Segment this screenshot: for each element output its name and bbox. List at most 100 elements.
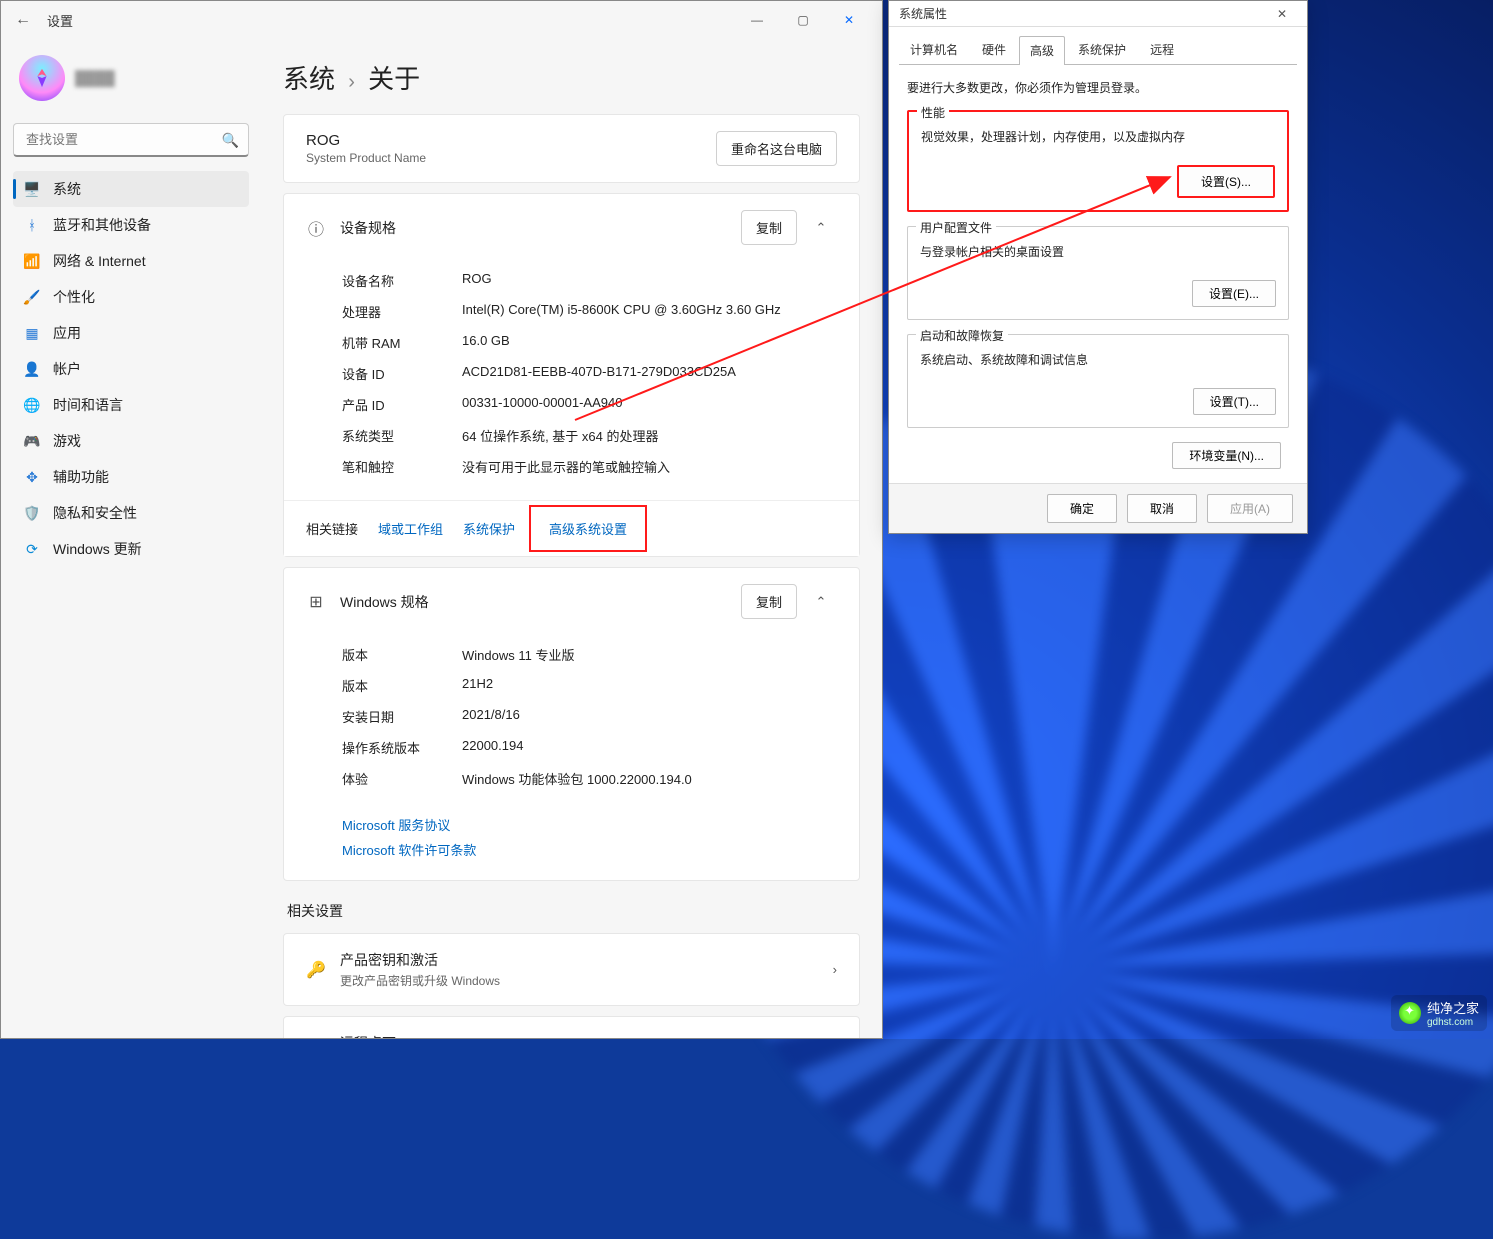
performance-title: 性能	[917, 104, 949, 121]
sysprops-title: 系统属性	[899, 5, 947, 22]
copy-device-specs-button[interactable]: 复制	[741, 210, 797, 245]
sidebar: ████ 🔍 🖥️系统ᚼ蓝牙和其他设备📶网络 & Internet🖌️个性化 ▦ 应…	[1, 39, 261, 1038]
sidebar-item-10[interactable]: ⟳ Windows 更新	[13, 531, 249, 567]
link-ms-license-terms[interactable]: Microsoft 软件许可条款	[342, 837, 837, 862]
card-title: 远程桌面	[340, 1033, 472, 1038]
rename-pc-button[interactable]: 重命名这台电脑	[716, 131, 837, 166]
nav-label: 隐私和安全性	[53, 503, 137, 523]
link-system-protection[interactable]: 系统保护	[463, 519, 515, 538]
spec-row: 设备 IDACD21D81-EEBB-407D-B171-279D033CD25…	[342, 358, 837, 389]
sysprops-tab-0[interactable]: 计算机名	[899, 35, 969, 64]
avatar	[19, 55, 65, 101]
cancel-button[interactable]: 取消	[1127, 494, 1197, 523]
search-icon: 🔍	[222, 132, 239, 149]
sysprops-tab-1[interactable]: 硬件	[971, 35, 1017, 64]
winspec-value: 21H2	[462, 676, 493, 695]
nav-label: 游戏	[53, 431, 81, 451]
card-subtitle: 更改产品密钥或升级 Windows	[340, 972, 500, 989]
main-content: 系统 › 关于 ROG System Product Name 重命名这台电脑	[261, 39, 882, 1038]
environment-variables-button[interactable]: 环境变量(N)...	[1172, 442, 1281, 469]
nav-label: 辅助功能	[53, 467, 109, 487]
nav-icon: 🖥️	[23, 180, 41, 198]
collapse-windows-specs[interactable]: ⌃	[805, 594, 837, 610]
breadcrumb-root[interactable]: 系统	[283, 64, 335, 94]
startup-recovery-group: 启动和故障恢复 系统启动、系统故障和调试信息 设置(T)...	[907, 334, 1289, 428]
pc-name-card: ROG System Product Name 重命名这台电脑	[283, 114, 860, 183]
related-card-0[interactable]: 🔑产品密钥和激活更改产品密钥或升级 Windows›	[283, 933, 860, 1006]
nav-icon: ✥	[23, 468, 41, 486]
minimize-button[interactable]: —	[734, 4, 780, 36]
performance-desc: 视觉效果，处理器计划，内存使用，以及虚拟内存	[921, 128, 1275, 145]
sysprops-close-button[interactable]: ✕	[1267, 7, 1297, 21]
winspec-row: 安装日期2021/8/16	[342, 701, 837, 732]
user-profile-group: 用户配置文件 与登录帐户相关的桌面设置 设置(E)...	[907, 226, 1289, 320]
sidebar-item-1[interactable]: ᚼ蓝牙和其他设备	[13, 207, 249, 243]
nav-label: Windows 更新	[53, 539, 142, 559]
sidebar-item-9[interactable]: 🛡️ 隐私和安全性	[13, 495, 249, 531]
startup-settings-button[interactable]: 设置(T)...	[1193, 388, 1276, 415]
copy-windows-specs-button[interactable]: 复制	[741, 584, 797, 619]
sysprops-tab-2[interactable]: 高级	[1019, 36, 1065, 65]
winspec-value: Windows 11 专业版	[462, 645, 574, 664]
sidebar-item-4[interactable]: ▦ 应用	[13, 315, 249, 351]
spec-row: 机带 RAM16.0 GB	[342, 327, 837, 358]
window-title: 设置	[47, 11, 73, 30]
titlebar: ← 设置 — ▢ ✕	[1, 1, 882, 39]
info-icon: ⓘ	[306, 216, 326, 240]
related-links-label: 相关链接	[306, 519, 358, 538]
pc-product: System Product Name	[306, 151, 426, 165]
performance-settings-button[interactable]: 设置(S)...	[1177, 165, 1275, 198]
nav-label: 时间和语言	[53, 395, 123, 415]
spec-key: 处理器	[342, 302, 462, 321]
link-domain-workgroup[interactable]: 域或工作组	[378, 519, 443, 538]
performance-group: 性能 视觉效果，处理器计划，内存使用，以及虚拟内存 设置(S)...	[907, 110, 1289, 212]
nav-icon: 🌐	[23, 396, 41, 414]
ok-button[interactable]: 确定	[1047, 494, 1117, 523]
close-button[interactable]: ✕	[826, 4, 872, 36]
related-card-1[interactable]: ⇆远程桌面从另一台设备控制此设备›	[283, 1016, 860, 1038]
nav-label: 应用	[53, 323, 81, 343]
nav-label: 帐户	[53, 359, 81, 379]
spec-value: 没有可用于此显示器的笔或触控输入	[462, 457, 670, 476]
user-profile-settings-button[interactable]: 设置(E)...	[1192, 280, 1276, 307]
nav-icon: ▦	[23, 324, 41, 342]
chevron-right-icon: ›	[833, 962, 837, 977]
collapse-device-specs[interactable]: ⌃	[805, 220, 837, 236]
sidebar-item-7[interactable]: 🎮游戏	[13, 423, 249, 459]
maximize-button[interactable]: ▢	[780, 4, 826, 36]
settings-window: ← 设置 — ▢ ✕ ████ 🔍 🖥️系统ᚼ蓝牙和其他设备📶网络 & Inte…	[0, 0, 883, 1039]
spec-value: ROG	[462, 271, 492, 290]
windows-icon: ⊞	[306, 592, 326, 612]
spec-row: 设备名称ROG	[342, 265, 837, 296]
nav-icon: ᚼ	[23, 216, 41, 234]
winspec-value: 22000.194	[462, 738, 523, 757]
breadcrumb-leaf: 关于	[368, 64, 420, 94]
search-input[interactable]	[13, 123, 249, 157]
link-ms-service-agreement[interactable]: Microsoft 服务协议	[342, 812, 837, 837]
sidebar-item-3[interactable]: 🖌️个性化	[13, 279, 249, 315]
windows-specs-card: ⊞ Windows 规格 复制 ⌃ 版本Windows 11 专业版版本21H2…	[283, 567, 860, 881]
spec-row: 产品 ID00331-10000-00001-AA940	[342, 389, 837, 420]
spec-value: ACD21D81-EEBB-407D-B171-279D033CD25A	[462, 364, 736, 383]
user-profile[interactable]: ████	[13, 45, 249, 119]
link-advanced-system-settings[interactable]: 高级系统设置	[529, 505, 647, 552]
winspec-value: Windows 功能体验包 1000.22000.194.0	[462, 769, 692, 788]
sidebar-item-8[interactable]: ✥ 辅助功能	[13, 459, 249, 495]
sysprops-tab-3[interactable]: 系统保护	[1067, 35, 1137, 64]
spec-row: 系统类型64 位操作系统, 基于 x64 的处理器	[342, 420, 837, 451]
apply-button[interactable]: 应用(A)	[1207, 494, 1293, 523]
spec-value: 00331-10000-00001-AA940	[462, 395, 622, 414]
back-button[interactable]: ←	[11, 11, 35, 29]
device-specs-title: 设备规格	[340, 218, 396, 238]
sidebar-item-2[interactable]: 📶网络 & Internet	[13, 243, 249, 279]
pc-name: ROG	[306, 132, 426, 149]
spec-key: 系统类型	[342, 426, 462, 445]
winspec-key: 版本	[342, 676, 462, 695]
sidebar-item-5[interactable]: 👤帐户	[13, 351, 249, 387]
spec-key: 笔和触控	[342, 457, 462, 476]
nav-icon: ⟳	[23, 540, 41, 558]
sysprops-tab-4[interactable]: 远程	[1139, 35, 1185, 64]
nav-icon: 🛡️	[23, 504, 41, 522]
sidebar-item-0[interactable]: 🖥️系统	[13, 171, 249, 207]
sidebar-item-6[interactable]: 🌐 时间和语言	[13, 387, 249, 423]
